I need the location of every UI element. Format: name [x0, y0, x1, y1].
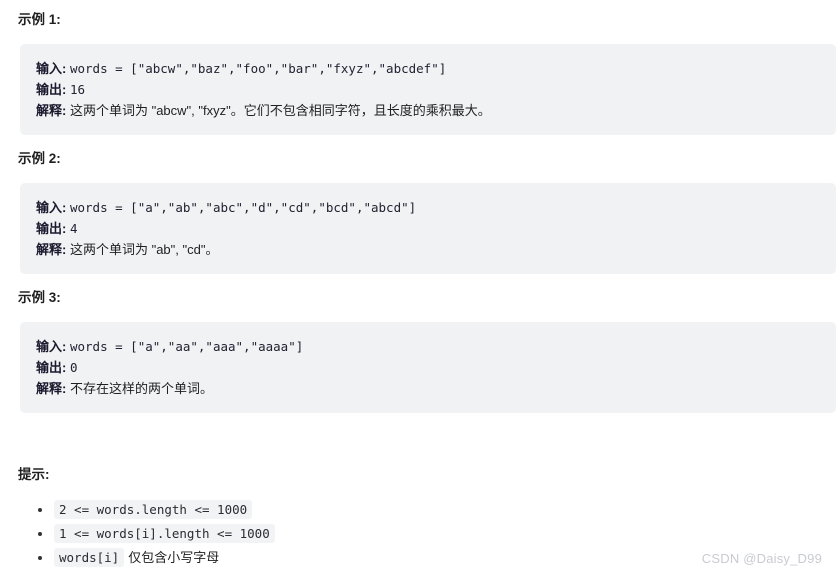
output-label: 输出:: [36, 82, 67, 97]
example-section-1: 示例 1: 输入: words = ["abcw","baz","foo","b…: [0, 10, 836, 135]
constraint-text: 仅包含小写字母: [128, 550, 220, 565]
example-output-line-2: 输出: 4: [36, 218, 818, 239]
explain-value: 不存在这样的两个单词。: [69, 381, 213, 396]
example-input-line-3: 输入: words = ["a","aa","aaa","aaaa"]: [36, 336, 818, 357]
constraint-code: 2 <= words.length <= 1000: [54, 500, 253, 519]
constraint-code: 1 <= words[i].length <= 1000: [54, 524, 275, 543]
example-heading-2: 示例 2:: [18, 151, 61, 166]
problem-description-page: 示例 1: 输入: words = ["abcw","baz","foo","b…: [0, 0, 836, 569]
example-section-3: 示例 3: 输入: words = ["a","aa","aaa","aaaa"…: [0, 288, 836, 413]
example-code-block-2: 输入: words = ["a","ab","abc","d","cd","bc…: [20, 183, 836, 274]
example-heading-1: 示例 1:: [18, 12, 61, 27]
output-value: 16: [69, 82, 86, 97]
explain-label: 解释:: [36, 103, 67, 118]
explain-label: 解释:: [36, 381, 67, 396]
example-code-block-3: 输入: words = ["a","aa","aaa","aaaa"] 输出: …: [20, 322, 836, 413]
example-explain-line-3: 解释: 不存在这样的两个单词。: [36, 378, 818, 399]
example-explain-line-2: 解释: 这两个单词为 "ab", "cd"。: [36, 239, 818, 260]
output-value: 4: [69, 221, 78, 236]
example-output-line-1: 输出: 16: [36, 79, 818, 100]
explain-label: 解释:: [36, 242, 67, 257]
output-label: 输出:: [36, 221, 67, 236]
output-label: 输出:: [36, 360, 67, 375]
example-output-line-3: 输出: 0: [36, 357, 818, 378]
explain-value: 这两个单词为 "abcw", "fxyz"。它们不包含相同字符，且长度的乘积最大…: [69, 103, 491, 118]
example-input-line-1: 输入: words = ["abcw","baz","foo","bar","f…: [36, 58, 818, 79]
example-input-line-2: 输入: words = ["a","ab","abc","d","cd","bc…: [36, 197, 818, 218]
hints-heading: 提示:: [18, 467, 50, 482]
output-value: 0: [69, 360, 78, 375]
input-value: words = ["a","aa","aaa","aaaa"]: [69, 339, 304, 354]
constraint-code: words[i]: [54, 548, 125, 567]
list-item: 2 <= words.length <= 1000: [38, 499, 836, 521]
input-label: 输入:: [36, 200, 67, 215]
input-label: 输入:: [36, 61, 67, 76]
example-explain-line-1: 解释: 这两个单词为 "abcw", "fxyz"。它们不包含相同字符，且长度的…: [36, 100, 818, 121]
csdn-watermark: CSDN @Daisy_D99: [701, 551, 822, 566]
example-section-2: 示例 2: 输入: words = ["a","ab","abc","d","c…: [0, 149, 836, 274]
example-code-block-1: 输入: words = ["abcw","baz","foo","bar","f…: [20, 44, 836, 135]
explain-value: 这两个单词为 "ab", "cd"。: [69, 242, 219, 257]
list-item: 1 <= words[i].length <= 1000: [38, 523, 836, 545]
example-heading-3: 示例 3:: [18, 290, 61, 305]
input-value: words = ["a","ab","abc","d","cd","bcd","…: [69, 200, 417, 215]
input-value: words = ["abcw","baz","foo","bar","fxyz"…: [69, 61, 447, 76]
input-label: 输入:: [36, 339, 67, 354]
